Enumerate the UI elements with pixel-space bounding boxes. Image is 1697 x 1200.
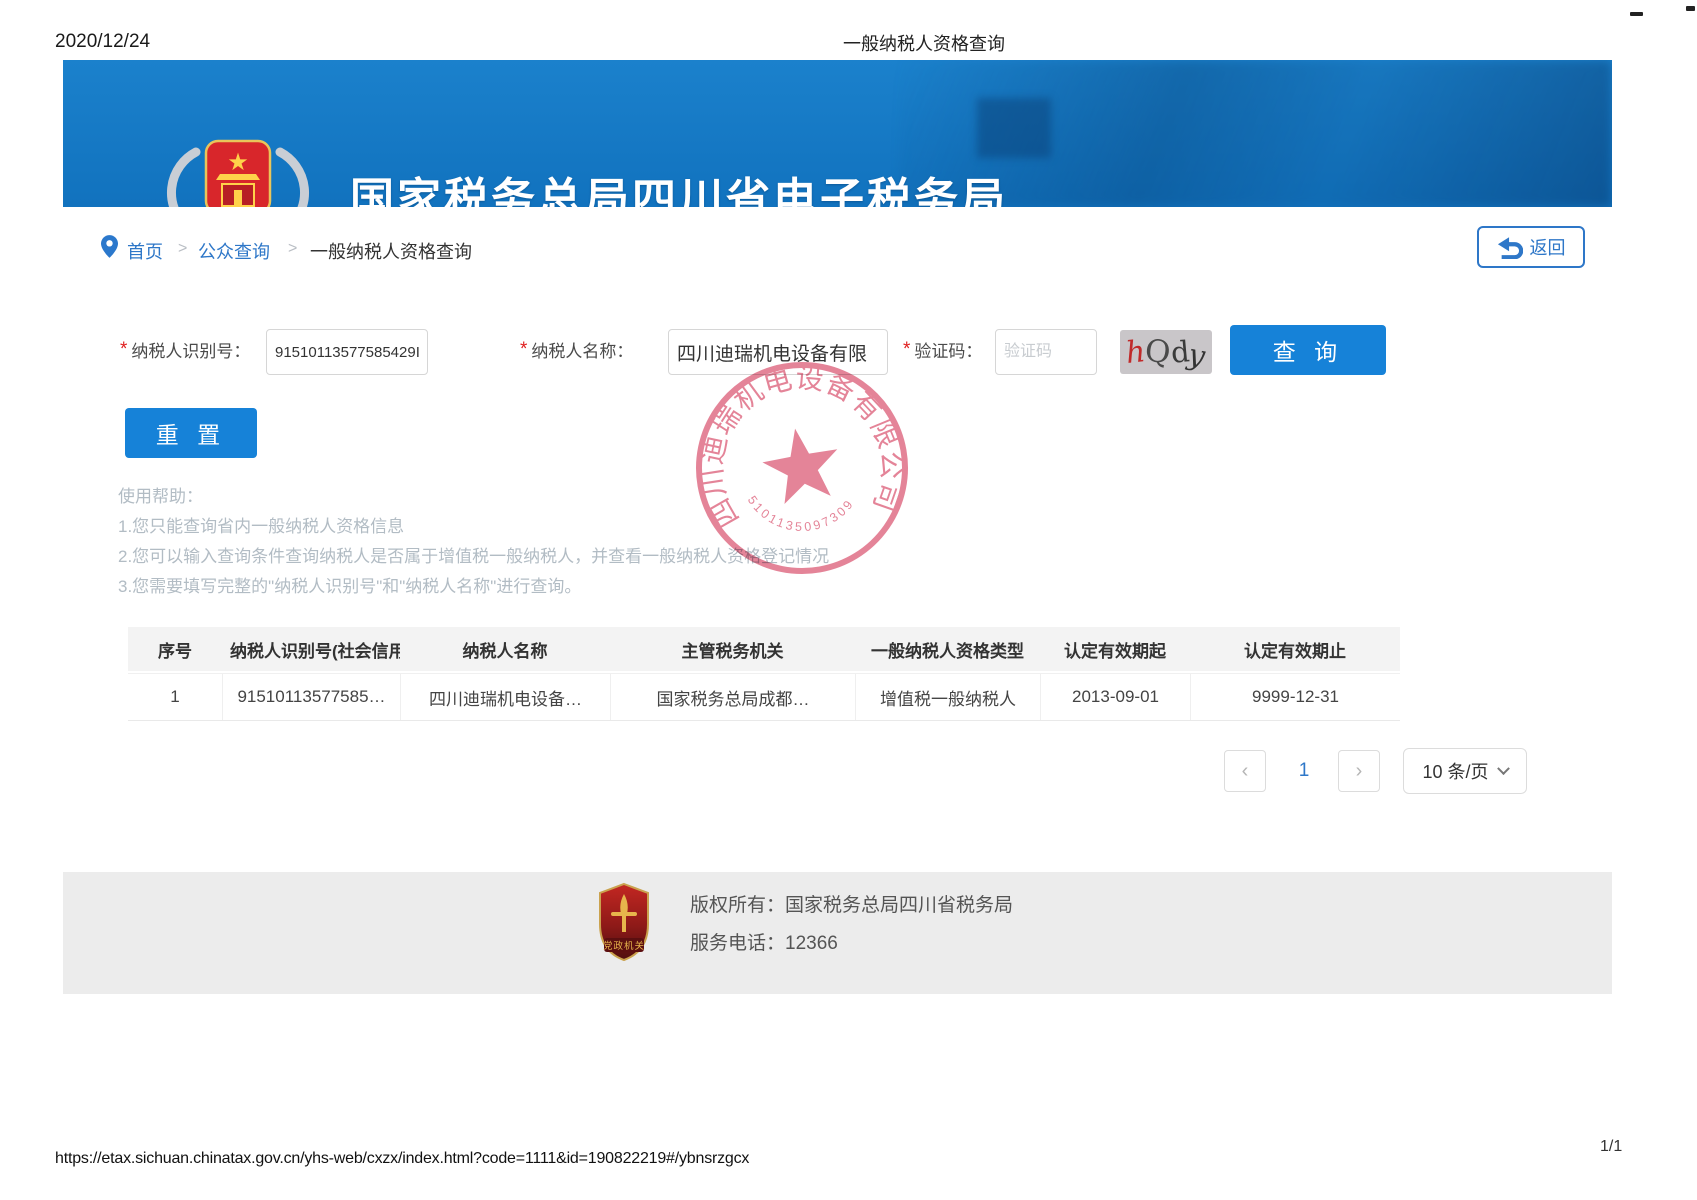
breadcrumb-current: 一般纳税人资格查询 <box>310 238 472 264</box>
print-date: 2020/12/24 <box>55 31 150 53</box>
service-phone: 服务电话：12366 <box>690 928 838 955</box>
chevron-down-icon <box>1497 762 1510 775</box>
results-table: 序号 纳税人识别号(社会信用 纳税人名称 主管税务机关 一般纳税人资格类型 认定… <box>128 627 1400 721</box>
back-button-label: 返回 <box>1530 234 1566 260</box>
col-header-valid-from: 认定有效期起 <box>1040 627 1190 671</box>
copyright-text: 版权所有：国家税务总局四川省税务局 <box>690 890 1013 917</box>
svg-text:★: ★ <box>227 149 249 176</box>
next-page-button[interactable]: › <box>1338 750 1380 792</box>
breadcrumb-separator: > <box>178 240 187 258</box>
captcha-field: * 验证码： <box>903 337 982 362</box>
captcha-image[interactable]: h Q d y <box>1120 330 1212 374</box>
scan-artifact <box>1630 12 1643 16</box>
print-page-title: 一般纳税人资格查询 <box>843 30 1005 56</box>
location-pin-icon <box>101 235 118 258</box>
col-header-index: 序号 <box>128 627 222 671</box>
taxpayer-name-field: * 纳税人名称： <box>520 337 633 362</box>
required-mark: * <box>520 339 527 361</box>
cell-valid-from: 2013-09-01 <box>1040 674 1190 720</box>
col-header-taxpayer-id: 纳税人识别号(社会信用 <box>222 627 400 671</box>
captcha-input[interactable] <box>995 329 1097 375</box>
badge-label: 党政机关 <box>603 940 645 952</box>
col-header-qualification-type: 一般纳税人资格类型 <box>855 627 1040 671</box>
print-page-indicator: 1/1 <box>1600 1138 1622 1156</box>
breadcrumb-home[interactable]: 首页 <box>127 238 163 264</box>
breadcrumb-separator: > <box>288 240 297 258</box>
site-title: 国家税务总局四川省电子税务局 <box>350 163 1008 207</box>
back-button[interactable]: 返回 <box>1477 226 1585 268</box>
svg-text:5101135097309: 5101135097309 <box>744 476 861 544</box>
page-size-select[interactable]: 10 条/页 <box>1403 748 1527 794</box>
cell-taxpayer-id: 91510113577585… <box>222 674 400 720</box>
required-mark: * <box>120 339 127 361</box>
company-seal: 四川迪瑞机电设备有限公司 5101135097309 <box>690 356 914 580</box>
great-wall-tower <box>977 98 1051 158</box>
captcha-char: y <box>1186 337 1208 373</box>
taxpayer-name-label: 纳税人名称： <box>531 337 633 362</box>
breadcrumb-public-query[interactable]: 公众查询 <box>198 238 270 264</box>
query-button[interactable]: 查 询 <box>1230 325 1386 375</box>
cell-valid-to: 9999-12-31 <box>1190 674 1400 720</box>
col-header-tax-authority: 主管税务机关 <box>610 627 855 671</box>
cell-tax-authority: 国家税务总局成都… <box>610 674 855 720</box>
current-page[interactable]: 1 <box>1290 750 1318 792</box>
reset-button[interactable]: 重 置 <box>125 408 257 458</box>
taxpayer-id-input[interactable] <box>266 329 428 375</box>
table-row: 1 91510113577585… 四川迪瑞机电设备… 国家税务总局成都… 增值… <box>128 673 1400 721</box>
prev-page-button[interactable]: ‹ <box>1224 750 1266 792</box>
scan-artifact <box>1686 6 1695 11</box>
cell-taxpayer-name: 四川迪瑞机电设备… <box>400 674 610 720</box>
col-header-taxpayer-name: 纳税人名称 <box>400 627 610 671</box>
site-banner: 国家税务总局四川省电子税务局 ★ 中国税务 <box>63 60 1612 207</box>
cell-qualification-type: 增值税一般纳税人 <box>855 674 1040 720</box>
captcha-label: 验证码： <box>914 337 982 362</box>
page: 2020/12/24 一般纳税人资格查询 国家税务总局四川省电子税务局 ★ 中国… <box>0 0 1697 1200</box>
tax-emblem-logo: ★ <box>158 136 318 207</box>
seal-star <box>758 422 845 506</box>
page-size-label: 10 条/页 <box>1422 758 1488 784</box>
table-header-row: 序号 纳税人识别号(社会信用 纳税人名称 主管税务机关 一般纳税人资格类型 认定… <box>128 627 1400 671</box>
cell-index: 1 <box>128 674 222 720</box>
taxpayer-id-field: * 纳税人识别号： <box>120 337 250 362</box>
print-url: https://etax.sichuan.chinatax.gov.cn/yhs… <box>55 1150 749 1168</box>
captcha-char: Q <box>1143 333 1173 372</box>
seal-number: 5101135097309 <box>744 476 861 544</box>
back-arrow-icon <box>1497 236 1523 259</box>
col-header-valid-to: 认定有效期止 <box>1190 627 1400 671</box>
government-badge: 党政机关 <box>598 882 650 962</box>
taxpayer-id-label: 纳税人识别号： <box>131 337 250 362</box>
